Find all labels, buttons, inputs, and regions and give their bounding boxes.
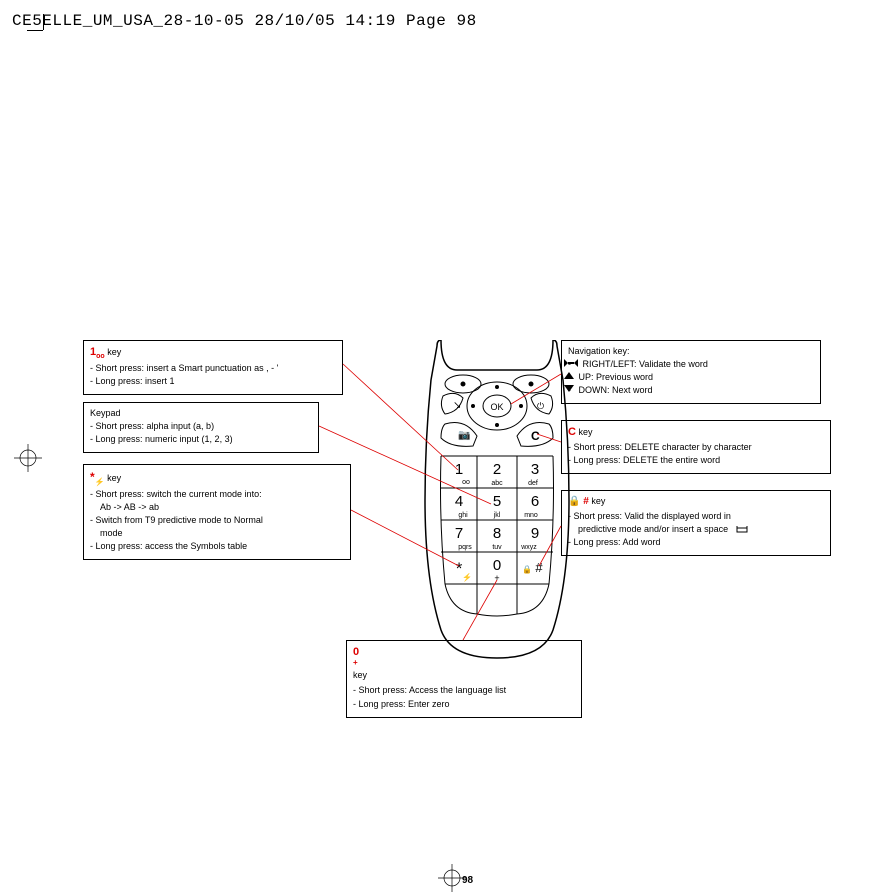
box-c-key: C key Short press: DELETE character by c… — [561, 420, 831, 474]
box-star-item: Long press: access the Symbols table — [90, 540, 344, 553]
box-keypad-item: Short press: alpha input (a, b) — [90, 420, 312, 433]
svg-text:📷: 📷 — [458, 430, 470, 441]
box-1-key-item: Long press: insert 1 — [90, 375, 336, 388]
box-1-key-title: key — [107, 347, 121, 357]
svg-text:abc: abc — [491, 480, 503, 487]
box-hash-key: 🔒 # key Short press: Valid the displayed… — [561, 490, 831, 556]
svg-text:8: 8 — [493, 525, 501, 542]
svg-text:0: 0 — [493, 557, 501, 574]
box-keypad-item: Long press: numeric input (1, 2, 3) — [90, 433, 312, 446]
box-star-item: Switch from T9 predictive mode to Normal… — [90, 514, 344, 540]
box-star-item: Short press: switch the current mode int… — [90, 488, 344, 514]
box-zero-item: Long press: Enter zero — [353, 698, 575, 711]
svg-text:mno: mno — [524, 512, 538, 519]
svg-text:2: 2 — [493, 461, 501, 478]
box-zero-item: Short press: Access the language list — [353, 684, 575, 697]
box-hash-item: Long press: Add word — [568, 536, 824, 549]
svg-text:9: 9 — [531, 525, 539, 542]
box-nav-item: RIGHT/LEFT: Validate the word — [568, 358, 814, 371]
svg-text:#: # — [535, 560, 543, 575]
box-star-title: key — [107, 473, 121, 483]
svg-text:🔒: 🔒 — [522, 565, 532, 574]
box-c-item: Long press: DELETE the entire word — [568, 454, 824, 467]
svg-text:⏻: ⏻ — [537, 401, 544, 411]
svg-text:pqrs: pqrs — [458, 544, 472, 551]
svg-text:+: + — [494, 573, 499, 583]
box-keypad: Keypad Short press: alpha input (a, b) L… — [83, 402, 319, 453]
svg-text:5: 5 — [493, 493, 501, 510]
box-hash-title: key — [591, 496, 605, 506]
svg-text:1: 1 — [455, 461, 463, 478]
box-1-key-item: Short press: insert a Smart punctuation … — [90, 362, 336, 375]
box-nav-title: Navigation key: — [568, 345, 814, 358]
box-nav-item: UP: Previous word — [568, 371, 814, 384]
phone-illustration: OK ↘ ⏻ 📷 C — [411, 340, 583, 660]
svg-text:⚡: ⚡ — [462, 572, 472, 582]
box-nav-item: DOWN: Next word — [568, 384, 814, 397]
svg-text:οο: οο — [462, 479, 470, 486]
registration-mark-left — [14, 444, 42, 474]
svg-text:tuv: tuv — [492, 544, 502, 551]
box-navigation-key: Navigation key: RIGHT/LEFT: Validate the… — [561, 340, 821, 404]
svg-text:3: 3 — [531, 461, 539, 478]
page-number: 98 — [462, 875, 473, 886]
svg-text:jkl: jkl — [493, 512, 501, 519]
box-keypad-title: Keypad — [90, 407, 312, 420]
svg-text:↘: ↘ — [453, 400, 461, 411]
box-hash-item: Short press: Valid the displayed word in… — [568, 510, 824, 536]
box-zero-title: key — [353, 670, 367, 680]
svg-text:def: def — [528, 480, 538, 487]
box-star-key: *⚡ key Short press: switch the current m… — [83, 464, 351, 560]
svg-text:7: 7 — [455, 525, 463, 542]
box-1-key: 1οο key Short press: insert a Smart punc… — [83, 340, 343, 395]
star-icon: *⚡ — [90, 470, 105, 484]
print-header: CE5ELLE_UM_USA_28-10-05 28/10/05 14:19 P… — [12, 12, 477, 30]
svg-text:C: C — [531, 429, 540, 443]
svg-text:4: 4 — [455, 493, 463, 510]
svg-text:6: 6 — [531, 493, 539, 510]
box-c-item: Short press: DELETE character by charact… — [568, 441, 824, 454]
key-1-icon: 1οο — [90, 346, 105, 358]
svg-text:wxyz: wxyz — [520, 544, 537, 551]
svg-text:ghi: ghi — [458, 512, 468, 519]
svg-text:OK: OK — [490, 402, 503, 412]
